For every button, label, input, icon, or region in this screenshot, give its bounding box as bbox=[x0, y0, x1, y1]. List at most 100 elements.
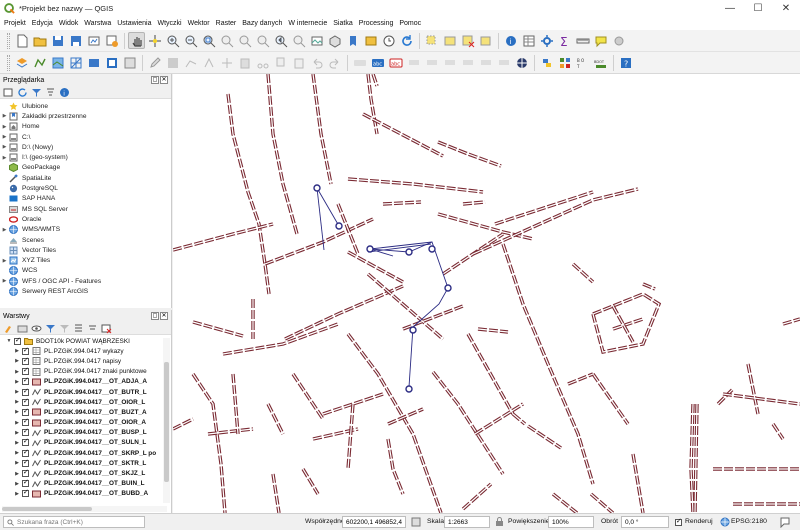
browser-item[interactable]: SAP HANA bbox=[0, 194, 171, 204]
move-feature-icon[interactable] bbox=[218, 54, 235, 71]
close-panel-button[interactable]: ✕ bbox=[160, 312, 168, 320]
filter-legend-icon[interactable] bbox=[45, 323, 56, 334]
layer-item[interactable]: ▶ PL.PZGiK.994.0417 napisy bbox=[0, 356, 171, 366]
menu-edycja[interactable]: Edycja bbox=[32, 20, 53, 27]
layer-visibility-checkbox[interactable] bbox=[22, 397, 29, 406]
expand-arrow-icon[interactable]: ▶ bbox=[12, 348, 22, 354]
filter-expression-icon[interactable] bbox=[59, 323, 70, 334]
pan-to-selection-icon[interactable] bbox=[146, 32, 163, 49]
info-icon[interactable]: i bbox=[59, 87, 70, 98]
text-annotation-icon[interactable] bbox=[592, 32, 609, 49]
digitize-icon[interactable] bbox=[182, 54, 199, 71]
layer-item[interactable]: ▶ PL.PZGiK.994.0417__OT_ADJA_A bbox=[0, 377, 171, 387]
browser-item[interactable]: ▶ I:\ (geo-system) bbox=[0, 152, 171, 162]
browser-item[interactable]: ▶ C:\ bbox=[0, 132, 171, 142]
expand-arrow-icon[interactable]: ▶ bbox=[12, 460, 22, 466]
layer-item[interactable]: ▶ PL.PZGiK.994.0417__OT_SULN_L bbox=[0, 438, 171, 448]
render-checkbox[interactable] bbox=[675, 517, 682, 526]
expand-all-icon[interactable] bbox=[73, 323, 84, 334]
messages-icon[interactable] bbox=[779, 516, 791, 528]
label-abc-red-icon[interactable]: abc bbox=[387, 54, 404, 71]
layer-visibility-checkbox[interactable] bbox=[22, 407, 29, 416]
collapse-all-icon[interactable] bbox=[45, 87, 56, 98]
collapse-all-icon[interactable] bbox=[87, 323, 98, 334]
layer-item[interactable]: ▶ PL.PZGiK.994.0417__OT_SKRP_L po bbox=[0, 448, 171, 458]
rotation-field[interactable]: 0,0 ° bbox=[621, 516, 669, 528]
expand-arrow-icon[interactable]: ▶ bbox=[12, 389, 22, 395]
select-by-value-icon[interactable] bbox=[441, 32, 458, 49]
layer-item[interactable]: ▶ PL.PZGiK.994.0417__OT_BUSP_L bbox=[0, 428, 171, 438]
menu-bazy-danych[interactable]: Bazy danych bbox=[242, 20, 282, 27]
diagram-icon[interactable] bbox=[495, 54, 512, 71]
expand-arrow-icon[interactable]: ▶ bbox=[0, 278, 9, 284]
add-mesh-layer-icon[interactable] bbox=[67, 54, 84, 71]
menu-raster[interactable]: Raster bbox=[216, 20, 237, 27]
label-pin-icon[interactable] bbox=[405, 54, 422, 71]
new-geopackage-icon[interactable] bbox=[121, 54, 138, 71]
map-canvas[interactable] bbox=[173, 74, 800, 513]
menu-projekt[interactable]: Projekt bbox=[4, 20, 26, 27]
layer-visibility-checkbox[interactable] bbox=[22, 418, 29, 427]
maximize-button[interactable]: ☐ bbox=[744, 0, 772, 17]
plugin-grid-icon[interactable] bbox=[556, 54, 573, 71]
expand-arrow-icon[interactable]: ▶ bbox=[12, 358, 22, 364]
undo-icon[interactable] bbox=[308, 54, 325, 71]
expand-arrow-icon[interactable]: ▶ bbox=[12, 450, 22, 456]
expand-arrow-icon[interactable]: ▶ bbox=[0, 144, 9, 150]
expand-arrow-icon[interactable]: ▶ bbox=[12, 399, 22, 405]
style-brush-icon[interactable] bbox=[3, 323, 14, 334]
menu-ustawienia[interactable]: Ustawienia bbox=[117, 20, 151, 27]
layer-visibility-checkbox[interactable] bbox=[22, 377, 29, 386]
zoom-native-icon[interactable] bbox=[254, 32, 271, 49]
scale-field[interactable]: 1:2663 bbox=[444, 516, 490, 528]
track-point[interactable] bbox=[444, 284, 452, 292]
expand-arrow-icon[interactable]: ▶ bbox=[0, 134, 9, 140]
expand-arrow-icon[interactable]: ▶ bbox=[0, 113, 9, 119]
options-icon[interactable] bbox=[610, 32, 627, 49]
expand-arrow-icon[interactable]: ▶ bbox=[12, 491, 22, 497]
layout-manager-icon[interactable] bbox=[103, 32, 120, 49]
undock-button[interactable]: ◻ bbox=[151, 312, 159, 320]
track-point[interactable] bbox=[428, 245, 436, 253]
copy-features-icon[interactable] bbox=[272, 54, 289, 71]
browser-item[interactable]: MS SQL Server bbox=[0, 204, 171, 214]
layer-visibility-checkbox[interactable] bbox=[22, 367, 29, 376]
layer-item[interactable]: ▶ PL.PZGiK.994.0417__OT_OIOR_A bbox=[0, 418, 171, 428]
lock-icon[interactable] bbox=[495, 517, 504, 527]
layer-visibility-checkbox[interactable] bbox=[22, 346, 29, 355]
browser-item[interactable]: ▶ Zakładki przestrzenne bbox=[0, 111, 171, 121]
layer-visibility-checkbox[interactable] bbox=[22, 448, 29, 457]
menu-wtyczki[interactable]: Wtyczki bbox=[157, 20, 181, 27]
new-3d-view-icon[interactable] bbox=[326, 32, 343, 49]
track-point[interactable] bbox=[409, 326, 417, 334]
browser-item[interactable]: PostgreSQL bbox=[0, 183, 171, 193]
browser-item[interactable]: Ulubione bbox=[0, 101, 171, 111]
layer-visibility-checkbox[interactable] bbox=[22, 387, 29, 396]
zoom-in-icon[interactable] bbox=[164, 32, 181, 49]
layer-visibility-checkbox[interactable] bbox=[22, 356, 29, 365]
menu-wektor[interactable]: Wektor bbox=[188, 20, 210, 27]
attribute-table-icon[interactable] bbox=[520, 32, 537, 49]
add-selected-icon[interactable] bbox=[3, 87, 14, 98]
menu-siatka[interactable]: Siatka bbox=[333, 20, 352, 27]
select-expression-icon[interactable] bbox=[477, 32, 494, 49]
pan-icon[interactable] bbox=[128, 32, 145, 49]
paste-features-icon[interactable] bbox=[290, 54, 307, 71]
print-layout-icon[interactable] bbox=[85, 32, 102, 49]
expand-arrow-icon[interactable]: ▶ bbox=[12, 369, 22, 375]
expand-arrow-icon[interactable]: ▶ bbox=[0, 124, 9, 130]
add-vector-layer-icon[interactable] bbox=[31, 54, 48, 71]
settings-gear-icon[interactable] bbox=[538, 32, 555, 49]
layers-horizontal-scrollbar[interactable] bbox=[2, 506, 167, 512]
layer-item[interactable]: ▶ PL.PZGiK.994.0417__OT_BUBD_A bbox=[0, 489, 171, 499]
label-tool-icon[interactable] bbox=[351, 54, 368, 71]
label-move-icon[interactable] bbox=[441, 54, 458, 71]
expand-arrow-icon[interactable]: ▶ bbox=[12, 430, 22, 436]
locator-search[interactable]: Szukana fraza (Ctrl+K) bbox=[3, 516, 145, 528]
expand-arrow-icon[interactable]: ▶ bbox=[12, 440, 22, 446]
track-point[interactable] bbox=[405, 385, 413, 393]
expand-arrow-icon[interactable]: ▶ bbox=[12, 409, 22, 415]
minimize-button[interactable]: — bbox=[716, 0, 744, 17]
add-raster-layer-icon[interactable] bbox=[49, 54, 66, 71]
vertex-tool-icon[interactable] bbox=[200, 54, 217, 71]
